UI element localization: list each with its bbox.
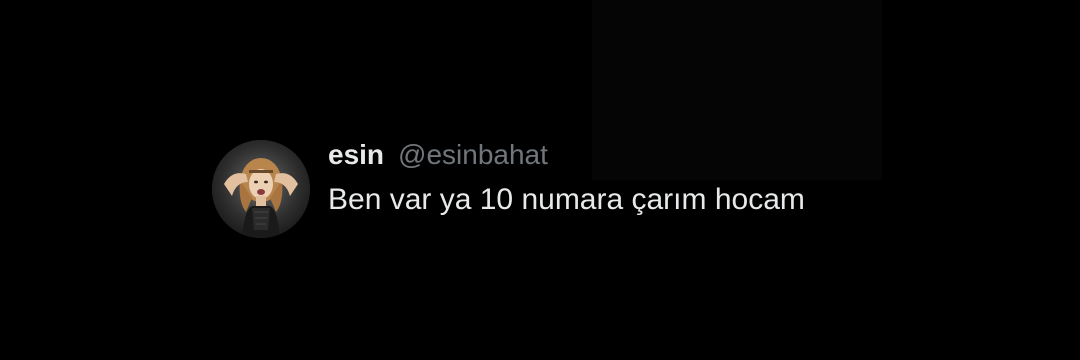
tweet-text: Ben var ya 10 numara çarım hocam [328, 183, 805, 216]
tweet-content: esin @esinbahat Ben var ya 10 numara çar… [328, 140, 805, 218]
tweet-card[interactable]: esin @esinbahat Ben var ya 10 numara çar… [212, 140, 805, 238]
avatar[interactable] [212, 140, 310, 238]
display-name[interactable]: esin [328, 140, 384, 170]
profile-photo-icon [212, 140, 310, 238]
tweet-header: esin @esinbahat [328, 140, 805, 174]
user-handle[interactable]: @esinbahat [398, 140, 548, 170]
